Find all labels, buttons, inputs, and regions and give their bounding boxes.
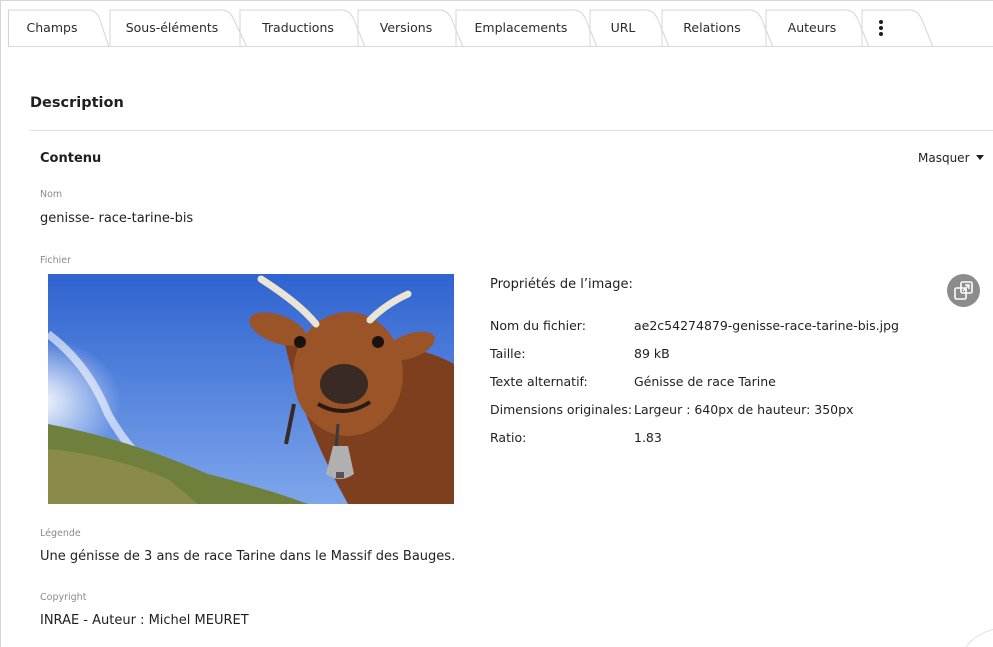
property-value: Largeur : 640px de hauteur: 350px (634, 402, 854, 417)
property-value: ae2c54274879-genisse-race-tarine-bis.jpg (634, 318, 899, 333)
tab-champs[interactable]: Champs (8, 8, 110, 47)
property-key: Nom du fichier: (490, 318, 586, 333)
tab-more[interactable] (854, 8, 934, 47)
caret-down-icon (975, 155, 984, 160)
tab-emplacements[interactable]: Emplacements (448, 8, 598, 47)
tab-label: Relations (683, 20, 741, 35)
tab-label: Versions (379, 20, 433, 35)
cow-photo (48, 274, 454, 504)
property-key: Texte alternatif: (490, 374, 588, 389)
copyright-field-value: INRAE - Auteur : Michel MEURET (40, 613, 249, 628)
tab-traductions[interactable]: Traductions (232, 8, 366, 47)
tab-label: Sous-éléments (125, 20, 219, 35)
caption-field-label: Légende (40, 528, 81, 539)
group-title: Contenu (40, 151, 102, 166)
tab-sous-elements[interactable]: Sous-éléments (102, 8, 248, 47)
tab-relations[interactable]: Relations (654, 8, 774, 47)
property-key: Ratio: (490, 430, 527, 445)
name-field-value: genisse- race-tarine-bis (40, 211, 194, 226)
tab-bar: Champs Sous-éléments Traductions Version… (8, 8, 993, 47)
property-key: Taille: (490, 346, 526, 361)
tab-label: Traductions (262, 20, 334, 35)
property-key: Dimensions originales: (490, 402, 633, 417)
image-preview[interactable] (48, 274, 454, 504)
tab-label: Auteurs (787, 20, 837, 35)
tab-bar-divider (8, 46, 993, 47)
section-title: Description (30, 95, 124, 111)
copyright-field-label: Copyright (40, 592, 87, 603)
name-field-label: Nom (40, 189, 63, 200)
tab-label: URL (610, 20, 636, 35)
property-value: Génisse de race Tarine (634, 374, 776, 389)
expand-window-icon (954, 281, 973, 300)
tab-versions[interactable]: Versions (350, 8, 464, 47)
kebab-vertical-icon (879, 20, 883, 38)
corner-decoration (965, 629, 993, 647)
tab-label: Champs (26, 20, 78, 35)
caption-field-value: Une génisse de 3 ans de race Tarine dans… (40, 549, 456, 564)
hide-toggle-button[interactable]: Masquer (918, 151, 984, 165)
property-value: 89 kB (634, 346, 670, 361)
expand-image-button[interactable] (947, 274, 980, 307)
image-properties-title: Propriétés de l’image: (490, 277, 633, 292)
property-value: 1.83 (634, 430, 662, 445)
section-divider (30, 130, 993, 131)
hide-toggle-label: Masquer (918, 151, 970, 165)
file-field-label: Fichier (40, 255, 72, 266)
tab-label: Emplacements (474, 20, 568, 35)
tab-shape (861, 9, 934, 47)
